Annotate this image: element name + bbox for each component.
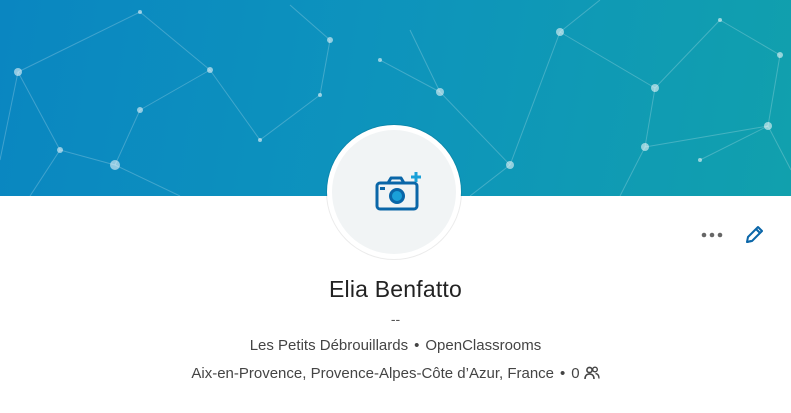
connections-count: 0: [571, 365, 580, 382]
connections-link[interactable]: 0: [571, 365, 600, 382]
profile-organizations: Les Petits Débrouillards • OpenClassrooms: [0, 337, 791, 354]
pencil-icon: [746, 226, 763, 243]
profile-location: Aix-en-Provence, Provence-Alpes-Côte d’A…: [191, 365, 555, 382]
profile-headline: --: [390, 311, 401, 327]
separator-dot: •: [560, 365, 566, 382]
profile-actions: [701, 224, 765, 246]
profile-card: Elia Benfatto -- Les Petits Débrouillard…: [0, 0, 791, 413]
school-link[interactable]: OpenClassrooms: [425, 337, 541, 354]
more-dots-icon: [701, 232, 723, 238]
avatar-placeholder: [332, 130, 456, 254]
more-options-button[interactable]: [701, 232, 723, 238]
people-icon: [583, 366, 600, 380]
company-link[interactable]: Les Petits Débrouillards: [250, 337, 408, 354]
profile-location-line: Aix-en-Provence, Provence-Alpes-Côte d’A…: [0, 365, 791, 382]
profile-photo-upload[interactable]: [327, 125, 461, 259]
camera-plus-icon: [375, 172, 421, 211]
edit-profile-button[interactable]: [743, 224, 765, 246]
profile-name: Elia Benfatto: [328, 276, 463, 302]
separator-dot: •: [414, 337, 420, 354]
